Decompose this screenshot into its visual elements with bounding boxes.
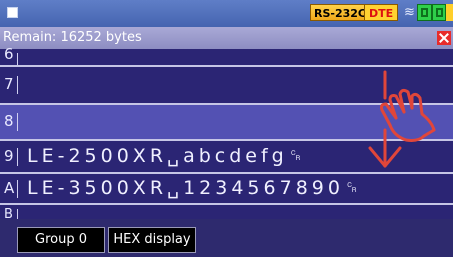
interface-badge: RS-232C: [310, 4, 370, 21]
row-number: A: [4, 179, 15, 197]
list-row-6[interactable]: 6: [0, 45, 453, 67]
row-number: 8: [4, 112, 14, 130]
list-row-b[interactable]: B: [0, 205, 453, 222]
close-button[interactable]: [437, 31, 451, 45]
screen: RS-232C DTE ≋ Remain: 16252 bytes 6 7 8 …: [0, 0, 453, 257]
info-bar: Remain: 16252 bytes: [0, 27, 453, 49]
dte-badge: DTE: [364, 4, 399, 21]
bottom-bar: Group 0 HEX display: [0, 219, 453, 257]
menu-square-icon[interactable]: [7, 7, 18, 18]
green-memory-icon: [432, 4, 446, 21]
row-number: 7: [4, 75, 14, 93]
row-text: LE-2500XR␣abcdefg␍: [27, 145, 307, 167]
row-separator: [17, 148, 18, 166]
group-button[interactable]: Group 0: [17, 227, 105, 253]
row-separator: [17, 113, 18, 131]
row-separator: [17, 209, 18, 219]
row-text: LE-3500XR␣1234567890␍: [27, 177, 364, 199]
row-separator: [17, 53, 18, 65]
list-row-a[interactable]: A LE-3500XR␣1234567890␍: [0, 174, 453, 205]
remain-text: Remain: 16252 bytes: [3, 30, 142, 45]
row-number: 9: [4, 147, 14, 165]
battery-bolt-icon: [446, 4, 453, 21]
row-separator: [17, 76, 18, 94]
green-port-icon: [417, 4, 432, 21]
swipe-down-gesture-icon: [368, 70, 436, 168]
status-bar: RS-232C DTE ≋: [0, 0, 453, 27]
hex-display-button[interactable]: HEX display: [108, 227, 196, 253]
row-number: 6: [4, 45, 14, 63]
row-separator: [17, 180, 18, 198]
